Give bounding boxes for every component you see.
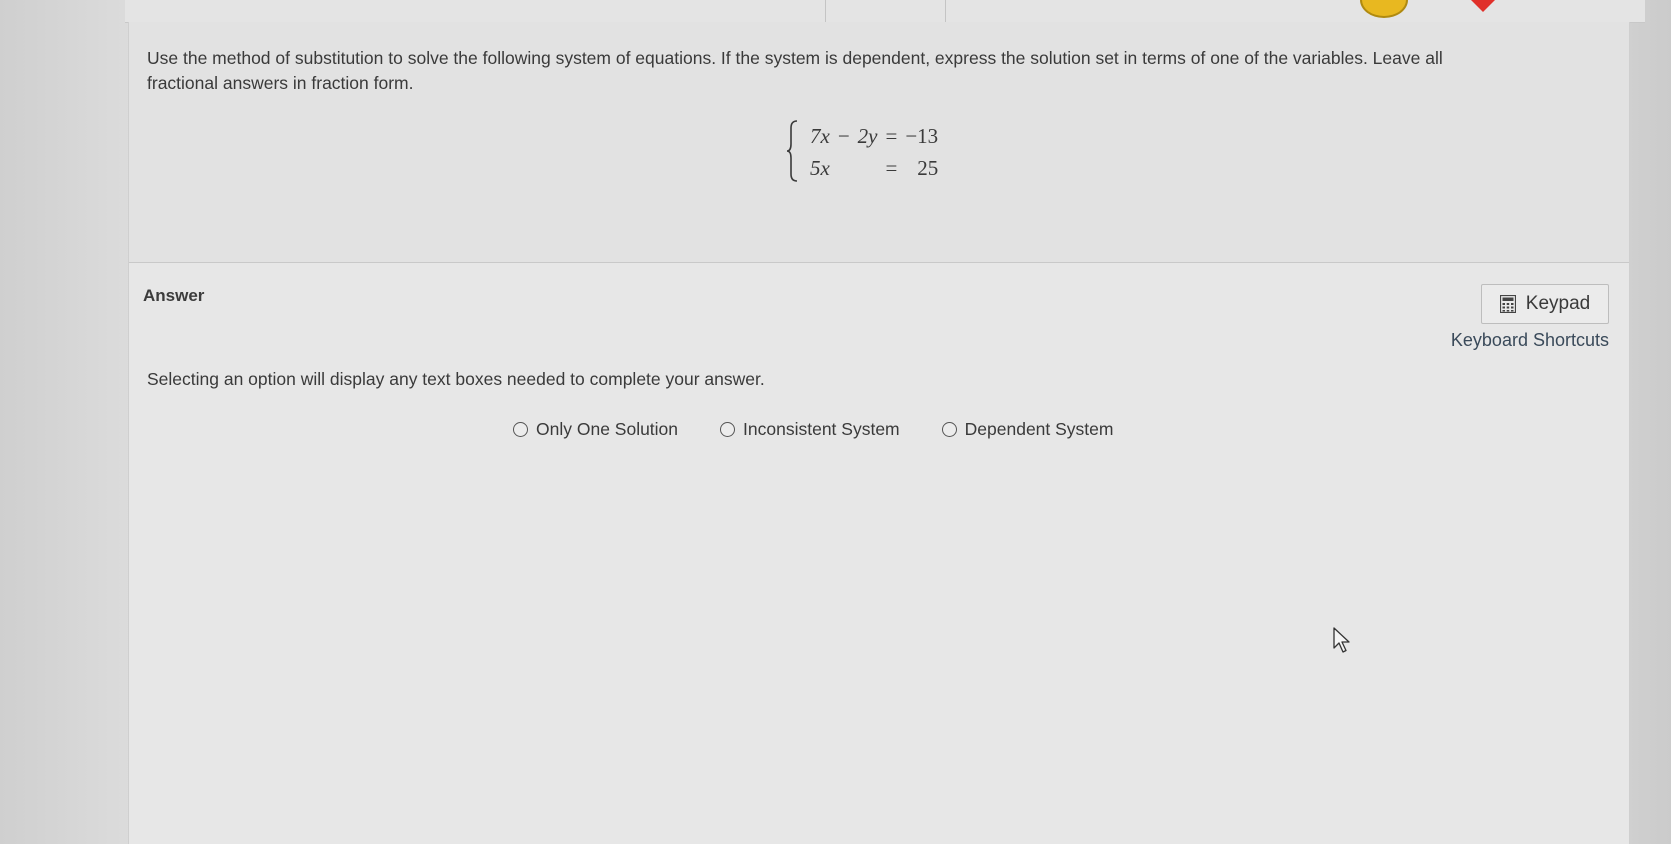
- eq2-equals: =: [885, 155, 898, 180]
- question-panel: Use the method of substitution to solve …: [128, 22, 1630, 844]
- prompt-line-1: Use the method of substitution to solve …: [147, 48, 1443, 68]
- keypad-label: Keypad: [1525, 293, 1591, 314]
- eq2-term-x: 5x: [810, 155, 830, 180]
- eq1-equals: =: [885, 123, 898, 148]
- option-dependent-system[interactable]: Dependent System: [941, 419, 1114, 440]
- option-label: Inconsistent System: [743, 419, 900, 439]
- keypad-button[interactable]: Keypad: [1481, 284, 1609, 324]
- calculator-icon: [1499, 295, 1516, 313]
- equation-table: 7x − 2y = −13 5x = 25: [806, 120, 942, 184]
- tab-divider: [825, 0, 826, 22]
- top-tab-bar: [125, 0, 1645, 23]
- radio-button-icon[interactable]: [720, 422, 736, 437]
- option-inconsistent-system[interactable]: Inconsistent System: [720, 419, 900, 440]
- eq1-term-y: 2y: [857, 123, 878, 148]
- option-label: Only One Solution: [536, 419, 679, 439]
- eq2-rhs: 25: [917, 155, 939, 180]
- option-label: Dependent System: [964, 419, 1114, 439]
- coin-icon[interactable]: [1360, 0, 1408, 18]
- mouse-cursor-icon: [1333, 627, 1350, 653]
- equation-row-1: 7x − 2y = −13: [806, 120, 942, 152]
- answer-heading: Answer: [143, 286, 205, 305]
- heart-icon[interactable]: [1463, 0, 1503, 14]
- prompt-line-2: fractional answers in fraction form.: [147, 73, 414, 93]
- equation-row-2: 5x = 25: [806, 152, 942, 184]
- eq1-rhs: −13: [905, 123, 939, 148]
- left-brace: [786, 120, 798, 182]
- question-section: Use the method of substitution to solve …: [129, 22, 1629, 263]
- keyboard-shortcuts-link[interactable]: Keyboard Shortcuts: [1451, 330, 1609, 351]
- page-background: Use the method of substitution to solve …: [0, 0, 1671, 844]
- tab-divider: [945, 0, 946, 22]
- radio-button-icon[interactable]: [941, 422, 957, 437]
- answer-instruction: Selecting an option will display any tex…: [147, 369, 765, 389]
- option-only-one-solution[interactable]: Only One Solution: [513, 419, 678, 440]
- question-prompt: Use the method of substitution to solve …: [147, 46, 1617, 96]
- eq1-operator: −: [837, 123, 850, 148]
- eq2-term-y: [854, 152, 882, 184]
- answer-options: Only One Solution Inconsistent System De…: [513, 419, 1155, 440]
- eq1-term-x: 7x: [810, 123, 830, 148]
- eq2-operator: [834, 152, 854, 184]
- radio-button-icon[interactable]: [513, 422, 528, 437]
